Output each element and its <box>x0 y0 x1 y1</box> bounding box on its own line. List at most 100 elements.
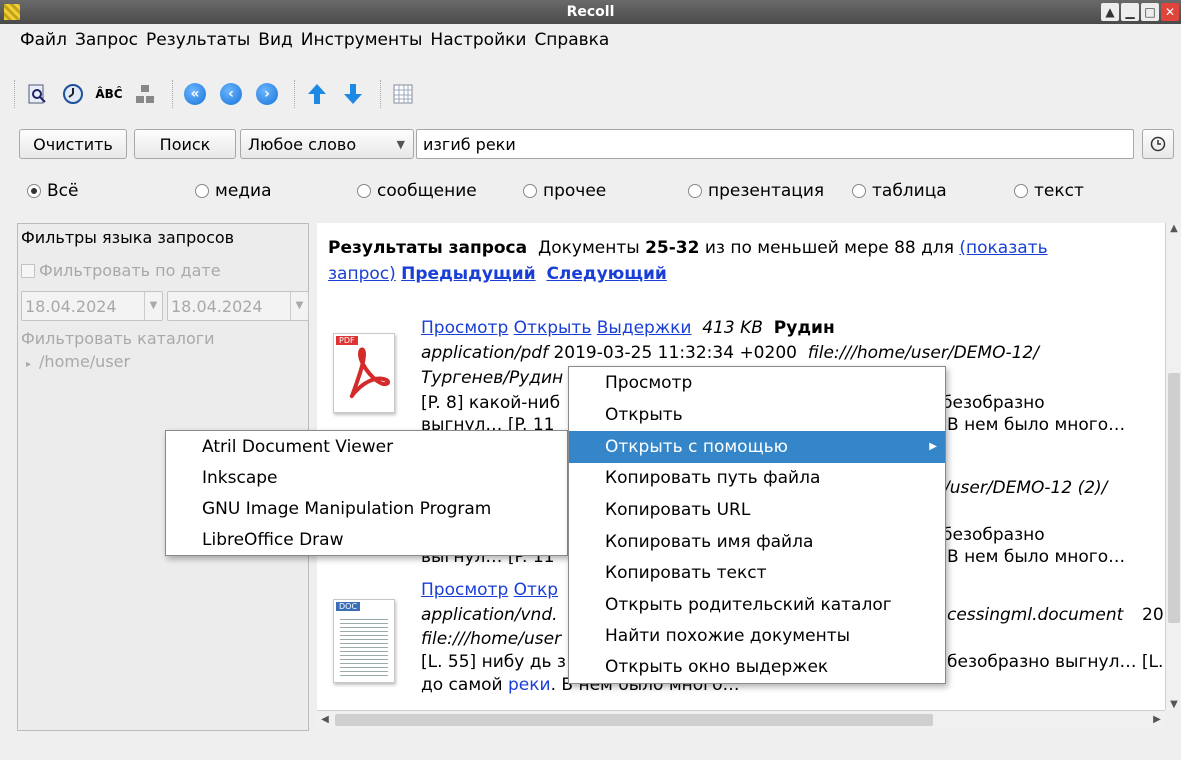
open-link[interactable]: Откр <box>514 580 558 600</box>
radio-all[interactable]: Всё <box>27 176 78 206</box>
doc-file-icon[interactable]: DOC <box>333 599 395 683</box>
chevron-right-icon: ▸ <box>26 359 32 370</box>
scroll-down-icon[interactable]: ▼ <box>1166 699 1181 710</box>
document-lines <box>340 616 388 676</box>
similar-docs-icon[interactable] <box>130 79 160 109</box>
sort-ascending-icon[interactable] <box>302 79 332 109</box>
radio-indicator <box>688 184 702 198</box>
ctx-copy-file-path[interactable]: Копировать путь файла <box>569 462 945 494</box>
search-button[interactable]: Поиск <box>134 129 236 159</box>
show-query-link-cont[interactable]: запрос) <box>328 264 396 284</box>
clear-button[interactable]: Очистить <box>19 129 127 159</box>
history-clock-button[interactable] <box>1142 129 1174 159</box>
sort-descending-icon[interactable] <box>338 79 368 109</box>
scroll-right-icon[interactable]: ▶ <box>1149 711 1165 729</box>
scroll-thumb[interactable] <box>335 714 933 726</box>
result-3-mime: application/vnd. <box>421 605 558 625</box>
search-mode-value: Любое слово <box>248 134 357 154</box>
pdf-file-icon[interactable]: PDF <box>333 333 395 413</box>
menu-file[interactable]: Файл <box>20 30 67 50</box>
close-button[interactable]: ✕ <box>1161 3 1179 21</box>
search-mode-select[interactable]: Любое слово ▼ <box>240 129 414 159</box>
preview-link[interactable]: Просмотр <box>421 580 508 600</box>
chevron-down-icon: ▼ <box>290 292 308 320</box>
radio-text[interactable]: текст <box>1014 176 1084 206</box>
toolbar: ÂBĈ « ‹ › <box>0 72 1181 116</box>
scroll-left-icon[interactable]: ◀ <box>317 711 333 729</box>
radio-presentation[interactable]: презентация <box>688 176 824 206</box>
recoll-app-icon <box>4 4 20 20</box>
open-with-gimp[interactable]: GNU Image Manipulation Program <box>202 493 491 525</box>
ctx-find-similar[interactable]: Найти похожие документы <box>569 620 945 652</box>
menu-query[interactable]: Запрос <box>75 30 138 50</box>
search-input[interactable] <box>416 129 1134 159</box>
result-2-snippet-2-right: В нем было много… <box>947 547 1126 567</box>
date-from-field[interactable]: 18.04.2024 ▼ <box>21 291 163 321</box>
minimize-button[interactable]: ▁ <box>1121 3 1139 21</box>
radio-message[interactable]: сообщение <box>357 176 477 206</box>
history-icon[interactable] <box>58 79 88 109</box>
ctx-preview[interactable]: Просмотр <box>569 367 945 399</box>
spelling-icon[interactable]: ÂBĈ <box>94 79 124 109</box>
radio-label: медиа <box>215 181 272 201</box>
keep-above-button[interactable]: ▲ <box>1101 3 1119 21</box>
previous-page-icon[interactable]: ‹ <box>216 79 246 109</box>
menu-settings[interactable]: Настройки <box>430 30 526 50</box>
radio-other[interactable]: прочее <box>523 176 606 206</box>
result-3-date-partial: 20 <box>1142 605 1164 625</box>
clock-icon <box>1150 136 1166 152</box>
first-page-icon[interactable]: « <box>180 79 210 109</box>
ctx-open-parent-folder[interactable]: Открыть родительский каталог <box>569 589 945 621</box>
radio-media[interactable]: медиа <box>195 176 272 206</box>
results-header-label: Документы <box>537 238 640 258</box>
result-3-snippet-1: [L. 55] нибу дь з <box>421 652 566 672</box>
table-view-icon[interactable] <box>388 79 418 109</box>
next-page-icon[interactable]: › <box>252 79 282 109</box>
snippets-link[interactable]: Выдержки <box>597 318 692 338</box>
result-1-snippet-1-right: безобразно <box>942 393 1045 413</box>
open-with-libreoffice-draw[interactable]: LibreOffice Draw <box>202 524 344 556</box>
date-to-value: 18.04.2024 <box>171 296 263 316</box>
acrobat-icon <box>349 347 391 399</box>
scroll-thumb[interactable] <box>1168 373 1180 623</box>
result-title: Рудин <box>773 318 835 338</box>
date-to-field[interactable]: 18.04.2024 ▼ <box>167 291 309 321</box>
ctx-open-snippets-window[interactable]: Открыть окно выдержек <box>569 651 945 683</box>
query-window-icon[interactable] <box>22 79 52 109</box>
radio-indicator <box>1014 184 1028 198</box>
date-from-value: 18.04.2024 <box>25 296 117 316</box>
previous-page-link[interactable]: Предыдущий <box>401 264 535 284</box>
date-filter-checkbox[interactable]: Фильтровать по дате <box>21 261 221 281</box>
menu-tools[interactable]: Инструменты <box>301 30 423 50</box>
open-with-atril[interactable]: Atril Document Viewer <box>202 431 393 463</box>
results-vertical-scrollbar[interactable]: ▲ ▼ <box>1165 223 1181 710</box>
ctx-copy-text[interactable]: Копировать текст <box>569 557 945 589</box>
toolbar-separator <box>380 80 382 108</box>
next-page-link[interactable]: Следующий <box>546 264 666 284</box>
ctx-copy-file-name[interactable]: Копировать имя файла <box>569 526 945 558</box>
preview-link[interactable]: Просмотр <box>421 318 508 338</box>
show-query-link[interactable]: (показать <box>959 238 1047 258</box>
menu-results[interactable]: Результаты <box>146 30 250 50</box>
radio-spreadsheet[interactable]: таблица <box>852 176 947 206</box>
file-url: file:///home/user/DEMO-12/ <box>807 343 1039 363</box>
chevron-down-icon: ▼ <box>396 137 405 151</box>
result-1-snippet-2-right: В нем было много… <box>947 415 1126 435</box>
ctx-open[interactable]: Открыть <box>569 399 945 431</box>
ctx-copy-url[interactable]: Копировать URL <box>569 494 945 526</box>
status-bar <box>0 732 1181 760</box>
chevron-down-icon: ▼ <box>144 292 162 320</box>
open-with-inkscape[interactable]: Inkscape <box>202 462 278 494</box>
open-link[interactable]: Открыть <box>514 318 592 338</box>
results-horizontal-scrollbar[interactable]: ◀ ▶ <box>317 710 1165 728</box>
ctx-open-with[interactable]: Открыть с помощью ▶ <box>569 431 945 463</box>
result-2-snippet-1-right: безобразно <box>942 525 1045 545</box>
menu-help[interactable]: Справка <box>534 30 609 50</box>
radio-indicator <box>852 184 866 198</box>
maximize-button[interactable]: □ <box>1141 3 1159 21</box>
result-1-meta: application/pdf 2019-03-25 11:32:34 +020… <box>421 342 1039 364</box>
menu-view[interactable]: Вид <box>258 30 292 50</box>
results-header: Результаты запроса Документы 25-32 из по… <box>328 237 1048 259</box>
dir-tree-item[interactable]: ▸ /home/user <box>26 352 130 371</box>
scroll-up-icon[interactable]: ▲ <box>1166 223 1181 234</box>
